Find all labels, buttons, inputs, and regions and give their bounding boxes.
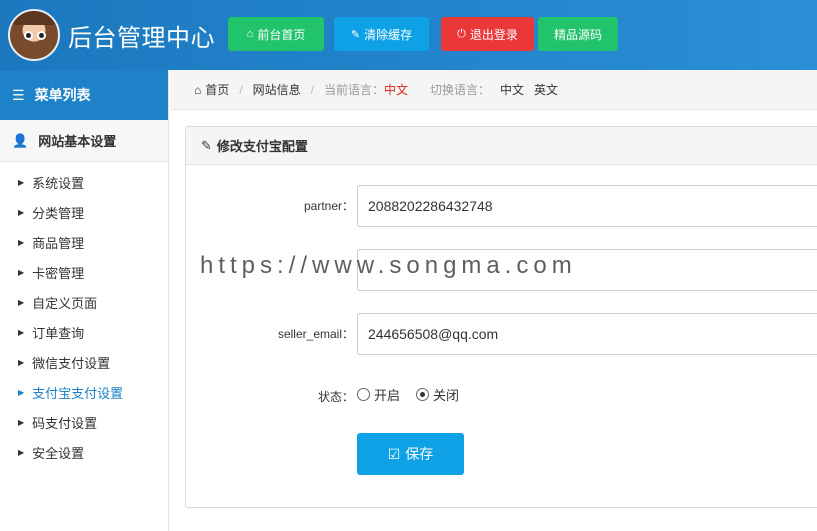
app-title: 后台管理中心 bbox=[68, 25, 215, 52]
top-header: 后台管理中心 ⌂ 前台首页 ✎ 清除缓存 ⏻ 退出登录 精品源码 bbox=[0, 0, 817, 70]
sidebar-item-label: 码支付设置 bbox=[32, 415, 98, 431]
partner-input[interactable] bbox=[357, 185, 817, 227]
breadcrumb-separator: / bbox=[310, 82, 314, 97]
sidebar-item-custom-page[interactable]: ▶ 自定义页面 bbox=[0, 287, 168, 317]
caret-right-icon: ▶ bbox=[18, 447, 25, 457]
status-off-label: 关闭 bbox=[433, 388, 460, 403]
status-off-radio[interactable] bbox=[416, 388, 430, 401]
caret-right-icon: ▶ bbox=[18, 387, 25, 397]
clear-cache-button[interactable]: ✎ 清除缓存 bbox=[334, 17, 429, 51]
sidebar-item-wechat-pay[interactable]: ▶ 微信支付设置 bbox=[0, 347, 168, 377]
front-home-label: 前台首页 bbox=[257, 27, 306, 42]
sidebar-item-codepay[interactable]: ▶ 码支付设置 bbox=[0, 407, 168, 437]
user-icon: 👤 bbox=[12, 132, 29, 148]
panel-title: 修改支付宝配置 bbox=[216, 139, 308, 154]
caret-right-icon: ▶ bbox=[18, 267, 25, 277]
status-label: 状态： bbox=[317, 390, 354, 404]
switch-language-label: 切换语言： bbox=[430, 83, 491, 97]
breadcrumb-home[interactable]: 首页 bbox=[205, 81, 229, 98]
sidebar-item-orders[interactable]: ▶ 订单查询 bbox=[0, 317, 168, 347]
sidebar-item-cards[interactable]: ▶ 卡密管理 bbox=[0, 257, 168, 287]
menu-title-label: 菜单列表 bbox=[34, 87, 91, 103]
sidebar-item-label: 微信支付设置 bbox=[32, 355, 111, 371]
caret-right-icon: ▶ bbox=[18, 207, 25, 217]
home-icon: ⌂ bbox=[194, 82, 202, 97]
caret-right-icon: ▶ bbox=[18, 177, 25, 187]
sidebar-item-alipay[interactable]: ▶ 支付宝支付设置 bbox=[0, 377, 168, 407]
panel-header: ✎ 修改支付宝配置 bbox=[186, 127, 817, 165]
seller-email-label: seller_email： bbox=[277, 327, 354, 341]
sidebar-item-system-settings[interactable]: ▶ 系统设置 bbox=[0, 167, 168, 197]
sidebar-item-label: 商品管理 bbox=[32, 235, 85, 251]
lang-option-chinese[interactable]: 中文 bbox=[500, 81, 524, 98]
caret-right-icon: ▶ bbox=[18, 357, 25, 367]
save-button[interactable]: ☑ 保存 bbox=[357, 433, 464, 475]
sidebar-item-label: 分类管理 bbox=[32, 205, 85, 221]
caret-right-icon: ▶ bbox=[18, 417, 25, 427]
wrench-icon: ✎ bbox=[350, 28, 361, 41]
menu-title: ☰ 菜单列表 bbox=[0, 70, 168, 120]
status-on-radio[interactable] bbox=[357, 388, 370, 401]
sidebar-item-label: 卡密管理 bbox=[32, 265, 85, 281]
sidebar-item-label: 支付宝支付设置 bbox=[32, 385, 124, 401]
logout-label: 退出登录 bbox=[469, 27, 518, 42]
sidebar-item-products[interactable]: ▶ 商品管理 bbox=[0, 227, 168, 257]
alipay-config-panel: ✎ 修改支付宝配置 partner： seller_email： 状态： 开启 … bbox=[185, 126, 817, 508]
breadcrumb-site-info[interactable]: 网站信息 bbox=[253, 81, 301, 98]
seller-email-input[interactable] bbox=[357, 313, 817, 355]
status-radio-group: 开启 关闭 bbox=[357, 385, 459, 404]
sidebar: ☰ 菜单列表 👤 网站基本设置 ▶ 系统设置 ▶ 分类管理 ▶ 商品管理 ▶ 卡密管理 … bbox=[0, 70, 169, 531]
watermark: https://www.songma.com bbox=[200, 252, 577, 279]
sidebar-item-label: 订单查询 bbox=[32, 325, 85, 341]
breadcrumb-separator: / bbox=[239, 82, 243, 97]
check-square-icon: ☑ bbox=[387, 445, 401, 462]
clear-cache-label: 清除缓存 bbox=[364, 27, 413, 42]
sidebar-item-label: 系统设置 bbox=[32, 175, 85, 191]
caret-right-icon: ▶ bbox=[18, 327, 25, 337]
sidebar-item-category[interactable]: ▶ 分类管理 bbox=[0, 197, 168, 227]
source-label: 精品源码 bbox=[553, 27, 602, 42]
sidebar-item-security[interactable]: ▶ 安全设置 bbox=[0, 437, 168, 467]
menu-group-site-settings[interactable]: 👤 网站基本设置 bbox=[0, 120, 168, 162]
caret-right-icon: ▶ bbox=[18, 237, 25, 247]
caret-right-icon: ▶ bbox=[18, 297, 25, 307]
menu-list: ▶ 系统设置 ▶ 分类管理 ▶ 商品管理 ▶ 卡密管理 ▶ 自定义页面 ▶ 订单查询 ▶ 微信… bbox=[0, 162, 168, 467]
power-icon: ⏻ bbox=[457, 27, 466, 40]
sidebar-item-label: 自定义页面 bbox=[32, 295, 98, 311]
lang-option-english[interactable]: 英文 bbox=[534, 81, 558, 98]
menu-group-label: 网站基本设置 bbox=[38, 134, 117, 149]
status-on-label: 开启 bbox=[374, 388, 401, 403]
save-label: 保存 bbox=[405, 446, 434, 462]
front-home-button[interactable]: ⌂ 前台首页 bbox=[228, 17, 324, 51]
current-language-label: 当前语言： bbox=[323, 83, 384, 97]
home-icon: ⌂ bbox=[246, 28, 254, 40]
avatar bbox=[8, 9, 60, 61]
breadcrumb: ⌂ 首页 / 网站信息 / 当前语言： 中文 切换语言： 中文 英文 bbox=[170, 70, 817, 110]
current-language-value: 中文 bbox=[383, 83, 408, 97]
sidebar-item-label: 安全设置 bbox=[32, 445, 85, 461]
partner-label: partner： bbox=[303, 199, 354, 213]
edit-icon: ✎ bbox=[201, 137, 212, 153]
logout-button[interactable]: ⏻ 退出登录 bbox=[441, 17, 534, 51]
list-icon: ☰ bbox=[12, 86, 25, 103]
source-button[interactable]: 精品源码 bbox=[538, 17, 618, 51]
